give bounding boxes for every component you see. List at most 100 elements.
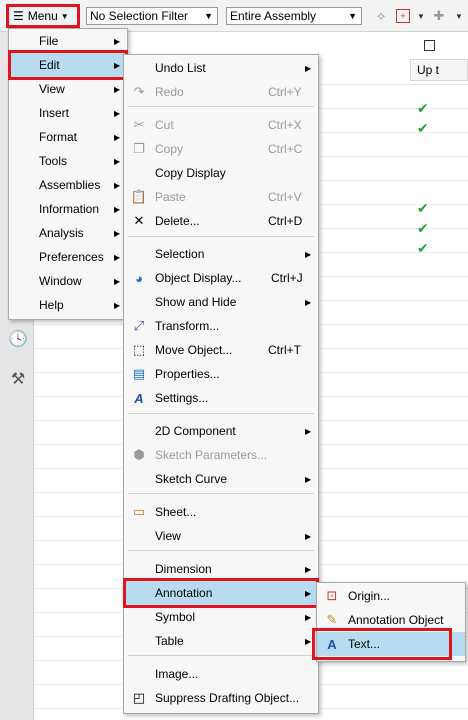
menu-item-assemblies[interactable]: Assemblies ▶: [9, 173, 127, 197]
menu-item-show-and-hide[interactable]: Show and Hide ▶: [124, 290, 318, 314]
submenu-arrow-icon: ▶: [305, 474, 312, 484]
menu-item-settings[interactable]: A Settings...: [124, 386, 318, 410]
menu-item-object-display[interactable]: ◕ Object Display... Ctrl+J: [124, 266, 318, 290]
scope-dropdown[interactable]: Entire Assembly ▼: [226, 7, 362, 25]
menu-item-label: Preferences: [39, 250, 104, 264]
menu-item-label: File: [39, 34, 59, 48]
menu-item-label: Object Display...: [155, 271, 242, 285]
origin-icon: ⊡: [326, 588, 338, 603]
snap-icon[interactable]: ✚: [430, 7, 448, 25]
menu-item-sheet[interactable]: ▭ Sheet...: [124, 500, 318, 524]
menu-item-tools[interactable]: Tools ▶: [9, 149, 127, 173]
menu-item-annotation-object[interactable]: ✎ Annotation Object: [317, 608, 465, 632]
menu-item-label: Text...: [348, 637, 381, 651]
history-clock-icon[interactable]: 🕓: [7, 328, 29, 350]
menu-item-view[interactable]: View ▶: [9, 77, 127, 101]
submenu-arrow-icon: ▶: [114, 60, 121, 70]
menu-item-preferences[interactable]: Preferences ▶: [9, 245, 127, 269]
menu-item-delete[interactable]: ✕ Delete... Ctrl+D: [124, 209, 318, 233]
menu-item-information[interactable]: Information ▶: [9, 197, 127, 221]
menu-item-suppress-drafting-object[interactable]: ◰ Suppress Drafting Object...: [124, 686, 318, 710]
submenu-arrow-icon: ▶: [114, 300, 121, 310]
menu-item-annotation[interactable]: Annotation ▶: [124, 581, 318, 605]
menu-item-transform[interactable]: ⤢ Transform...: [124, 314, 318, 338]
menu-item-label: Sketch Curve: [155, 472, 228, 486]
menu-item-copy-display[interactable]: Copy Display: [124, 161, 318, 185]
scope-value: Entire Assembly: [230, 9, 317, 23]
shortcut-label: Ctrl+X: [268, 118, 302, 132]
chevron-down-icon: ▼: [348, 11, 357, 21]
menu-item-file[interactable]: File ▶: [9, 29, 127, 53]
menu-item-window[interactable]: Window ▶: [9, 269, 127, 293]
menu-item-label: Copy Display: [155, 166, 226, 180]
tools-icon[interactable]: ⚒: [7, 368, 29, 390]
menu-item-selection[interactable]: Selection ▶: [124, 242, 318, 266]
menu-item-insert[interactable]: Insert ▶: [9, 101, 127, 125]
separator: [128, 413, 314, 414]
separator: [128, 236, 314, 237]
menu-item-analysis[interactable]: Analysis ▶: [9, 221, 127, 245]
submenu-arrow-icon: ▶: [114, 276, 121, 286]
menu-item-undo-list[interactable]: Undo List ▶: [124, 56, 318, 80]
menu-item-symbol[interactable]: Symbol ▶: [124, 605, 318, 629]
menu-item-move-object[interactable]: ⬚ Move Object... Ctrl+T: [124, 338, 318, 362]
menu-item-sketch-parameters[interactable]: ⬢ Sketch Parameters...: [124, 443, 318, 467]
maximize-icon[interactable]: [424, 40, 435, 51]
menu-item-text[interactable]: A Text...: [317, 632, 465, 656]
menu-item-table[interactable]: Table ▶: [124, 629, 318, 653]
menu-item-sketch-curve[interactable]: Sketch Curve ▶: [124, 467, 318, 491]
chevron-down-icon[interactable]: ▼: [450, 7, 468, 25]
submenu-arrow-icon: ▶: [114, 252, 121, 262]
menu-item-label: Show and Hide: [155, 295, 237, 309]
submenu-arrow-icon: ▶: [305, 426, 312, 436]
menu-item-format[interactable]: Format ▶: [9, 125, 127, 149]
scissors-icon: ✂: [133, 117, 145, 132]
shortcut-label: Ctrl+Y: [268, 85, 302, 99]
redo-icon: ↷: [133, 84, 145, 99]
submenu-arrow-icon: ▶: [305, 564, 312, 574]
submenu-arrow-icon: ▶: [305, 612, 312, 622]
separator: [128, 493, 314, 494]
menu-item-label: View: [39, 82, 65, 96]
move-object-icon: ⬚: [132, 342, 146, 357]
menu-item-label: Settings...: [155, 391, 209, 405]
chevron-down-icon[interactable]: ▼: [412, 7, 430, 25]
paste-icon: 📋: [130, 189, 148, 204]
selection-filter-value: No Selection Filter: [90, 9, 189, 23]
delete-x-icon: ✕: [133, 213, 145, 228]
column-header-up-to-date[interactable]: Up t: [410, 59, 468, 81]
check-icon: ✔: [417, 200, 429, 216]
filter-icon[interactable]: ⟡: [372, 7, 390, 25]
menu-item-help[interactable]: Help ▶: [9, 293, 127, 317]
menu-item-redo[interactable]: ↷ Redo Ctrl+Y: [124, 80, 318, 104]
check-icon: ✔: [417, 120, 429, 136]
menu-item-paste[interactable]: 📋 Paste Ctrl+V: [124, 185, 318, 209]
menu-item-copy[interactable]: ❐ Copy Ctrl+C: [124, 137, 318, 161]
menu-button[interactable]: ☰ Menu ▼: [6, 4, 80, 28]
menu-item-label: Insert: [39, 106, 70, 120]
menu-item-label: Origin...: [348, 589, 391, 603]
menu-item-label: Window: [39, 274, 82, 288]
menu-item-label: Image...: [155, 667, 199, 681]
menu-item-label: Delete...: [155, 214, 200, 228]
menu-item-label: Annotation Object: [348, 613, 444, 627]
menu-item-dimension[interactable]: Dimension ▶: [124, 557, 318, 581]
select-icon[interactable]: +: [396, 9, 410, 23]
menu-item-properties[interactable]: ▤ Properties...: [124, 362, 318, 386]
menu-label: Menu: [27, 9, 58, 23]
submenu-arrow-icon: ▶: [114, 204, 121, 214]
menu-item-2d-component[interactable]: 2D Component ▶: [124, 419, 318, 443]
menu-item-label: Table: [155, 634, 184, 648]
transform-icon: ⤢: [133, 318, 145, 333]
menu-item-image[interactable]: Image...: [124, 662, 318, 686]
menu-item-view[interactable]: View ▶: [124, 524, 318, 548]
chevron-down-icon: ▼: [60, 11, 69, 21]
menu-item-label: Undo List: [155, 61, 206, 75]
menu-item-origin[interactable]: ⊡ Origin...: [317, 584, 465, 608]
object-display-icon: ◕: [135, 270, 143, 286]
menu-item-label: Properties...: [155, 367, 220, 381]
menu-item-cut[interactable]: ✂ Cut Ctrl+X: [124, 113, 318, 137]
menu-item-edit[interactable]: Edit ▶: [9, 53, 127, 77]
selection-filter-dropdown[interactable]: No Selection Filter ▼: [86, 7, 218, 25]
menu-item-label: Edit: [39, 58, 60, 72]
